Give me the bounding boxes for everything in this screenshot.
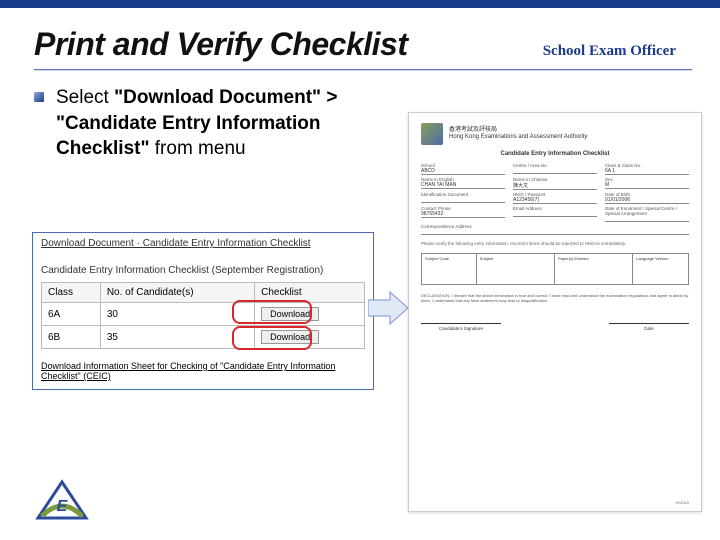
info-sheet-link[interactable]: Download Information Sheet for Checking …	[33, 355, 373, 389]
checklist-document: 香港考試及評核局 Hong Kong Examinations and Asse…	[408, 112, 702, 512]
bullet-suffix: from menu	[150, 138, 246, 159]
col-count: No. of Candidate(s)	[100, 283, 254, 303]
page-title: Print and Verify Checklist	[34, 26, 407, 63]
col-class: Class	[42, 283, 101, 303]
checklist-table: Class No. of Candidate(s) Checklist 6A 3…	[41, 282, 365, 349]
bullet-item: Select "Download Document" > "Candidate …	[34, 85, 394, 162]
cell-count: 35	[100, 326, 254, 349]
role-label: School Exam Officer	[543, 43, 686, 60]
bullet-prefix: Select	[56, 87, 114, 108]
table-row: 6B 35 Download	[42, 326, 365, 349]
doc-note: Please verify the following entry inform…	[421, 241, 689, 247]
hkeaa-logo-icon	[421, 123, 443, 145]
table-row: 6A 30 Download	[42, 303, 365, 326]
cell-class: 6A	[42, 303, 101, 326]
cell-count: 30	[100, 303, 254, 326]
doc-footer: HKEAA	[675, 500, 689, 505]
svg-text:E: E	[57, 498, 69, 515]
col-checklist: Checklist	[255, 283, 365, 303]
hkeaa-logo-icon: E	[34, 476, 90, 522]
subjects-table: Subject Code Subject Paper(s) Entered La…	[421, 253, 689, 285]
bullet-icon	[34, 92, 44, 102]
doc-title: Candidate Entry Information Checklist	[421, 151, 689, 157]
arrow-icon	[368, 290, 408, 326]
org-name: 香港考試及評核局 Hong Kong Examinations and Asse…	[449, 127, 587, 141]
breadcrumb-a[interactable]: Download Document	[41, 238, 134, 249]
breadcrumb-b[interactable]: Candidate Entry Information Checklist	[143, 238, 311, 249]
download-button[interactable]: Download	[261, 330, 319, 344]
download-button[interactable]: Download	[261, 307, 319, 321]
cell-class: 6B	[42, 326, 101, 349]
panel-subtitle: Candidate Entry Information Checklist (S…	[33, 259, 373, 282]
download-panel: Download Document · Candidate Entry Info…	[32, 232, 374, 390]
breadcrumb: Download Document · Candidate Entry Info…	[33, 233, 373, 259]
accent-bar	[0, 0, 720, 8]
signature-row: Candidate's Signature Date	[421, 323, 689, 331]
bullet-text: Select "Download Document" > "Candidate …	[56, 85, 394, 162]
declaration: DECLARATION: I declare that the above in…	[421, 293, 689, 303]
breadcrumb-sep: ·	[134, 238, 143, 249]
title-row: Print and Verify Checklist School Exam O…	[0, 8, 720, 69]
